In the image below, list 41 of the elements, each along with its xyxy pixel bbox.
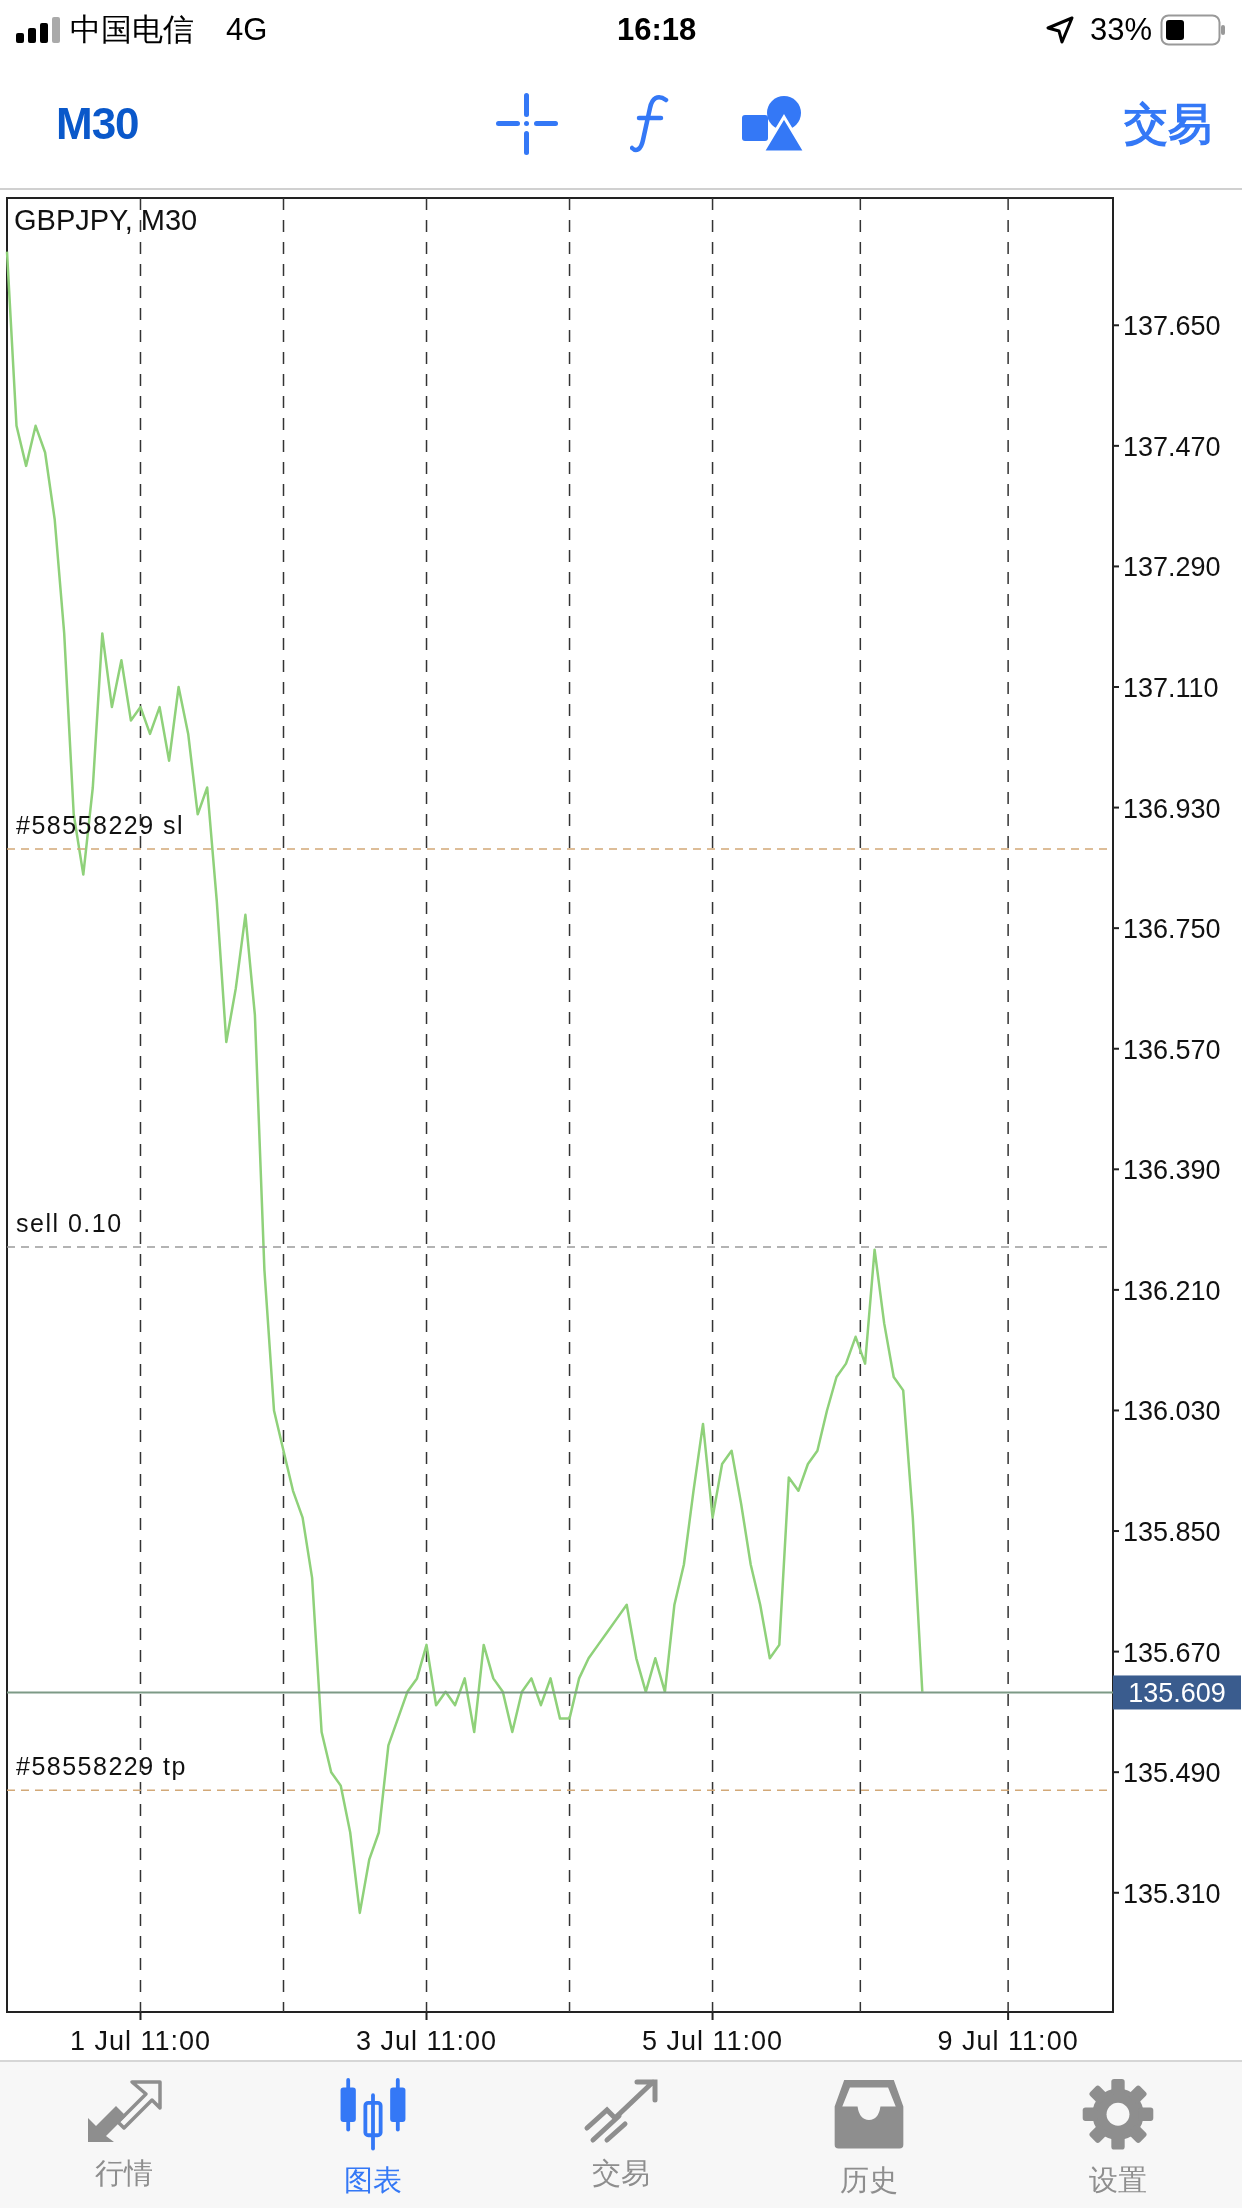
- tab-item[interactable]: 行情: [0, 2062, 249, 2208]
- axis-label: 137.110: [1123, 673, 1219, 703]
- axis-label: 135.670: [1123, 1637, 1221, 1668]
- tab-item[interactable]: 图表: [248, 2062, 497, 2208]
- axis-label: 137.470: [1123, 431, 1221, 462]
- axis-label: 5 Jul 11:00: [642, 2026, 784, 2056]
- order-label: sell 0.10: [16, 1209, 123, 1237]
- axis-label: 136.390: [1123, 1155, 1221, 1186]
- crosshair-icon[interactable]: [496, 93, 559, 155]
- timeframe-button[interactable]: M30: [56, 91, 139, 157]
- ref-line-label: 135.609: [1128, 1678, 1226, 1709]
- axis-label: 135.850: [1123, 1517, 1221, 1548]
- battery-icon: [1160, 14, 1226, 46]
- price-tag: 135.609: [1113, 1675, 1241, 1710]
- axis-label: 135.310: [1123, 1878, 1221, 1909]
- axis-label: 136.210: [1123, 1275, 1221, 1306]
- axis-label: 136.030: [1123, 1396, 1221, 1427]
- axis-label: 1 Jul 11:00: [69, 2026, 212, 2056]
- signal-icon: [16, 17, 62, 43]
- order-label: #58558229 tp: [16, 1752, 187, 1781]
- trend-icon: [583, 2078, 659, 2144]
- axis-label: 136.570: [1123, 1034, 1221, 1065]
- location-icon: [1045, 16, 1074, 44]
- arrows-icon: [86, 2078, 163, 2144]
- axis-label: 135.490: [1123, 1758, 1221, 1789]
- axis-label: 9 Jul 11:00: [937, 2026, 1079, 2056]
- axis-label: 137.290: [1123, 552, 1221, 583]
- network-type: 4G: [226, 10, 268, 49]
- tab-item[interactable]: 交易: [496, 2062, 746, 2208]
- axis-label: 136.750: [1123, 914, 1221, 945]
- tab-item[interactable]: 历史: [745, 2062, 994, 2208]
- function-icon[interactable]: [630, 94, 671, 154]
- battery-percent: 33%: [1089, 10, 1152, 49]
- axis-label: 136.930: [1123, 793, 1221, 824]
- status-time: 16:18: [617, 10, 697, 49]
- axis-label: 137.650: [1123, 311, 1221, 342]
- axis-label: 3 Jul 11:00: [355, 2026, 498, 2056]
- trade-button[interactable]: 交易: [1124, 91, 1212, 157]
- chart-title: GBPJPY, M30: [14, 204, 198, 236]
- carrier-name: 中国电信: [70, 10, 194, 49]
- tab-item[interactable]: 设置: [993, 2062, 1242, 2208]
